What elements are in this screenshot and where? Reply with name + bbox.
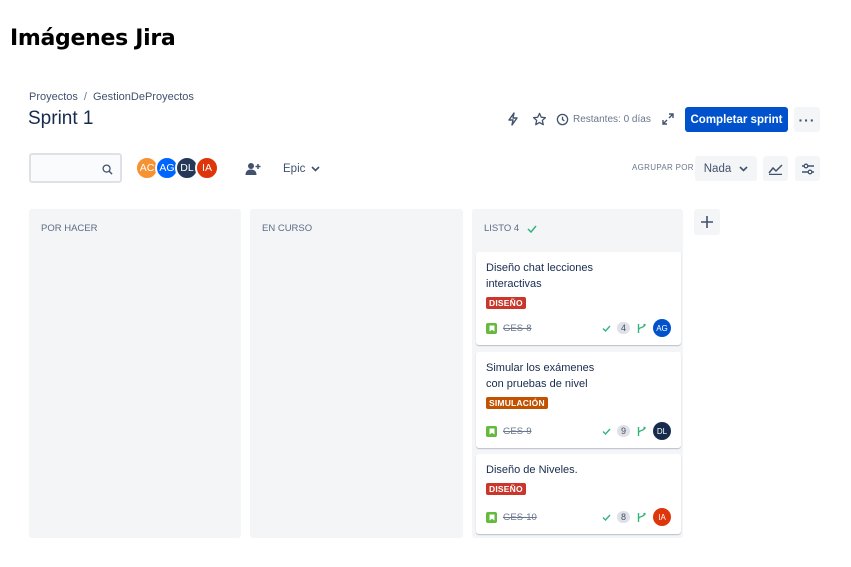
add-column-button[interactable] bbox=[694, 209, 720, 235]
column-header: POR HACER bbox=[41, 223, 97, 234]
check-icon bbox=[602, 428, 611, 435]
check-icon bbox=[602, 514, 611, 521]
card-meta: 4 AG bbox=[602, 319, 671, 337]
star-icon[interactable] bbox=[526, 107, 552, 131]
epic-label: DISEÑO bbox=[486, 483, 526, 495]
insights-button[interactable] bbox=[763, 156, 788, 181]
card-footer: GES-8 4 AG bbox=[486, 319, 671, 337]
assignee-avatar[interactable]: AG bbox=[653, 319, 671, 337]
header-actions: Restantes: 0 días bbox=[500, 107, 681, 131]
issue-card[interactable]: Diseño de Niveles. DISEÑO GES-10 8 IA bbox=[476, 454, 681, 534]
card-footer: GES-9 9 DL bbox=[486, 422, 671, 440]
lightning-icon[interactable] bbox=[500, 107, 526, 131]
more-actions-button[interactable]: ··· bbox=[794, 107, 820, 132]
column-listo: LISTO 4 Diseño chat lecciones interactiv… bbox=[472, 209, 683, 538]
card-meta: 8 IA bbox=[602, 508, 671, 526]
issue-card[interactable]: Simular los exámenes con pruebas de nive… bbox=[476, 352, 681, 448]
search-input[interactable] bbox=[29, 153, 122, 183]
add-person-icon[interactable] bbox=[240, 157, 266, 181]
group-by-value: Nada bbox=[703, 162, 732, 175]
assignee-avatar[interactable]: IA bbox=[653, 508, 671, 526]
breadcrumb-board[interactable]: GestionDeProyectos bbox=[93, 91, 194, 103]
column-title: POR HACER bbox=[41, 223, 98, 234]
column-header: LISTO 4 bbox=[484, 223, 537, 234]
sliders-icon bbox=[801, 163, 814, 174]
chart-icon bbox=[768, 163, 783, 175]
epic-filter-dropdown[interactable]: Epic bbox=[277, 157, 326, 181]
sprint-remaining: Restantes: 0 días bbox=[556, 113, 651, 126]
card-footer: GES-10 8 IA bbox=[486, 508, 671, 526]
clock-icon bbox=[556, 113, 569, 125]
column-title: LISTO 4 bbox=[484, 223, 520, 234]
column-en-curso: EN CURSO bbox=[250, 209, 463, 538]
check-icon bbox=[602, 325, 611, 332]
document-title: Imágenes Jira bbox=[10, 26, 176, 51]
expand-icon[interactable] bbox=[655, 107, 681, 131]
story-icon bbox=[486, 322, 497, 334]
complete-sprint-button[interactable]: Completar sprint bbox=[685, 107, 788, 132]
card-title: Simular los exámenes con pruebas de nive… bbox=[486, 362, 595, 390]
remaining-text: Restantes: 0 días bbox=[573, 113, 651, 125]
page-title: Sprint 1 bbox=[28, 108, 94, 129]
check-icon bbox=[527, 225, 537, 233]
epic-filter-label: Epic bbox=[283, 163, 306, 175]
breadcrumb: Proyectos / GestionDeProyectos bbox=[29, 91, 194, 103]
breadcrumb-separator: / bbox=[83, 91, 87, 103]
breadcrumb-projects[interactable]: Proyectos bbox=[29, 91, 78, 103]
issue-key[interactable]: GES-10 bbox=[503, 512, 537, 523]
chevron-down-icon bbox=[311, 166, 320, 172]
story-points: 4 bbox=[616, 322, 630, 334]
epic-label: DISEÑO bbox=[486, 297, 526, 309]
epic-label: SIMULACIÓN bbox=[486, 397, 548, 409]
assignee-avatar[interactable]: DL bbox=[653, 422, 671, 440]
story-icon bbox=[486, 511, 497, 523]
group-by-select[interactable]: Nada bbox=[695, 156, 757, 181]
chevron-down-icon bbox=[739, 165, 748, 172]
card-meta: 9 DL bbox=[602, 422, 671, 440]
card-title: Diseño chat lecciones interactivas bbox=[486, 262, 594, 290]
assignee-filter: AC AG DL IA bbox=[135, 156, 219, 180]
card-title: Diseño de Niveles. bbox=[486, 464, 578, 476]
avatar-filter-ia[interactable]: IA bbox=[195, 156, 219, 180]
issue-key[interactable]: GES-8 bbox=[503, 323, 532, 334]
branch-icon bbox=[637, 426, 646, 436]
issue-key[interactable]: GES-9 bbox=[503, 426, 532, 437]
story-icon bbox=[486, 425, 497, 437]
column-title: EN CURSO bbox=[262, 223, 313, 234]
issue-card[interactable]: Diseño chat lecciones interactivas DISEÑ… bbox=[476, 252, 681, 345]
column-header: EN CURSO bbox=[262, 223, 312, 234]
story-points: 9 bbox=[616, 425, 630, 437]
branch-icon bbox=[637, 323, 646, 333]
story-points: 8 bbox=[616, 511, 630, 523]
search-icon bbox=[102, 162, 113, 180]
column-por-hacer: POR HACER bbox=[29, 209, 241, 538]
group-by-label: AGRUPAR POR bbox=[632, 163, 694, 172]
plus-icon bbox=[701, 216, 713, 228]
branch-icon bbox=[637, 512, 646, 522]
view-settings-button[interactable] bbox=[795, 156, 820, 181]
